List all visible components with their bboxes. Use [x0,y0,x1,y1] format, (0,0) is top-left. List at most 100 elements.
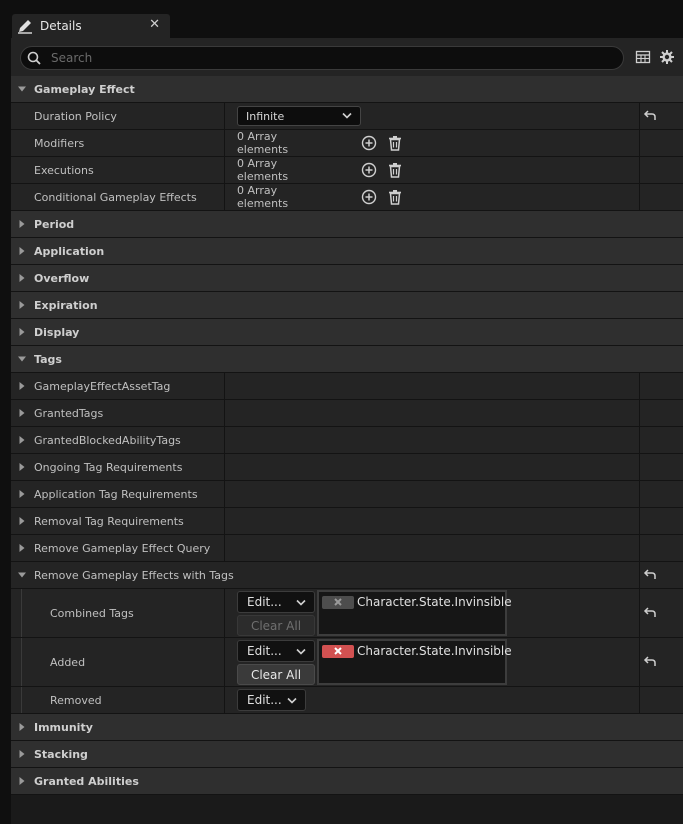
reset-to-default-icon[interactable] [642,654,658,670]
property-label: Duration Policy [34,109,117,123]
left-edge [0,38,11,824]
category-stacking[interactable]: Stacking [11,741,683,768]
trash-icon[interactable] [387,162,403,178]
property-gameplay-effect-asset-tag[interactable]: GameplayEffectAssetTag [11,373,683,400]
gear-icon[interactable] [659,49,675,65]
search-box[interactable] [20,46,624,70]
category-overflow[interactable]: Overflow [11,265,683,292]
edit-pencil-icon [18,20,32,34]
chevron-right-icon [19,723,25,731]
window-top-strip [0,0,683,12]
category-label: Gameplay Effect [34,82,135,96]
category-label: Stacking [34,747,88,761]
chevron-down-icon [18,86,26,92]
add-element-icon[interactable] [361,162,377,178]
category-period[interactable]: Period [11,211,683,238]
property-label: Removal Tag Requirements [34,514,184,528]
property-removal-tag-requirements[interactable]: Removal Tag Requirements [11,508,683,535]
chevron-right-icon [19,517,25,525]
chevron-right-icon [19,544,25,552]
property-remove-gameplay-effect-query[interactable]: Remove Gameplay Effect Query [11,535,683,562]
clear-all-button[interactable]: Clear All [237,664,315,685]
category-immunity[interactable]: Immunity [11,714,683,741]
chevron-right-icon [19,301,25,309]
property-label: GrantedBlockedAbilityTags [34,433,181,447]
reset-to-default-icon[interactable] [642,605,658,621]
property-label: Combined Tags [50,606,134,620]
close-icon [334,598,342,606]
button-label: Edit... [247,693,282,707]
chevron-right-icon [19,220,25,228]
search-input[interactable] [49,50,623,66]
property-modifiers: Modifiers 0 Array elements [11,130,683,157]
reset-to-default-icon[interactable] [642,567,658,583]
chevron-down-icon [342,112,352,119]
clear-all-button[interactable]: Clear All [237,615,315,636]
category-granted-abilities[interactable]: Granted Abilities [11,768,683,795]
property-granted-tags[interactable]: GrantedTags [11,400,683,427]
property-label: Application Tag Requirements [34,487,198,501]
tag-text: Character.State.Invinsible [357,644,512,658]
property-list: Gameplay Effect Duration Policy Infinite… [11,76,683,795]
chevron-right-icon [19,436,25,444]
tag-chip: Character.State.Invinsible [322,644,512,658]
edit-tags-button[interactable]: Edit... [237,640,315,662]
edit-tags-button[interactable]: Edit... [237,591,315,613]
chevron-right-icon [19,382,25,390]
search-icon [27,51,41,65]
category-tags[interactable]: Tags [11,346,683,373]
chevron-right-icon [19,274,25,282]
property-label: Conditional Gameplay Effects [34,190,197,204]
chevron-down-icon [18,356,26,362]
duration-policy-dropdown[interactable]: Infinite [237,106,361,126]
trash-icon[interactable] [387,135,403,151]
category-expiration[interactable]: Expiration [11,292,683,319]
reset-to-default-icon[interactable] [642,108,658,124]
chevron-down-icon [18,572,26,578]
category-gameplay-effect[interactable]: Gameplay Effect [11,76,683,103]
property-added-tags: Added Edit... Clear All Character.State.… [11,638,683,687]
chevron-right-icon [19,463,25,471]
category-label: Tags [34,352,62,366]
category-label: Overflow [34,271,90,285]
chevron-right-icon [19,750,25,758]
property-label: Remove Gameplay Effects with Tags [34,568,234,582]
property-label: GameplayEffectAssetTag [34,379,171,393]
table-view-icon[interactable] [635,49,651,65]
category-label: Expiration [34,298,98,312]
array-count: 0 Array elements [237,130,289,156]
property-combined-tags: Combined Tags Edit... Clear All Characte… [11,589,683,638]
property-conditional-gameplay-effects: Conditional Gameplay Effects 0 Array ele… [11,184,683,211]
tab-bar: Details ✕ [0,12,683,38]
category-label: Granted Abilities [34,774,139,788]
trash-icon[interactable] [387,189,403,205]
property-executions: Executions 0 Array elements [11,157,683,184]
remove-tag-button[interactable] [322,644,354,658]
details-panel: Gameplay Effect Duration Policy Infinite… [11,38,683,824]
close-icon[interactable]: ✕ [149,17,160,32]
remove-tag-button[interactable] [322,595,354,609]
tag-container: Character.State.Invinsible [317,639,512,685]
chevron-down-icon [296,648,306,655]
property-label: Ongoing Tag Requirements [34,460,183,474]
property-remove-gameplay-effects-with-tags[interactable]: Remove Gameplay Effects with Tags [11,562,683,589]
property-ongoing-tag-requirements[interactable]: Ongoing Tag Requirements [11,454,683,481]
edit-tags-button[interactable]: Edit... [237,689,306,711]
category-display[interactable]: Display [11,319,683,346]
property-label: Removed [50,693,102,707]
property-granted-blocked-ability-tags[interactable]: GrantedBlockedAbilityTags [11,427,683,454]
button-label: Edit... [247,595,282,609]
property-application-tag-requirements[interactable]: Application Tag Requirements [11,481,683,508]
chevron-right-icon [19,247,25,255]
category-application[interactable]: Application [11,238,683,265]
property-label: Remove Gameplay Effect Query [34,541,211,555]
array-count: 0 Array elements [237,184,289,210]
chevron-right-icon [19,777,25,785]
button-label: Edit... [247,644,282,658]
add-element-icon[interactable] [361,135,377,151]
category-label: Application [34,244,105,258]
chevron-right-icon [19,328,25,336]
add-element-icon[interactable] [361,189,377,205]
tab-details[interactable]: Details ✕ [12,14,170,38]
category-label: Period [34,217,75,231]
